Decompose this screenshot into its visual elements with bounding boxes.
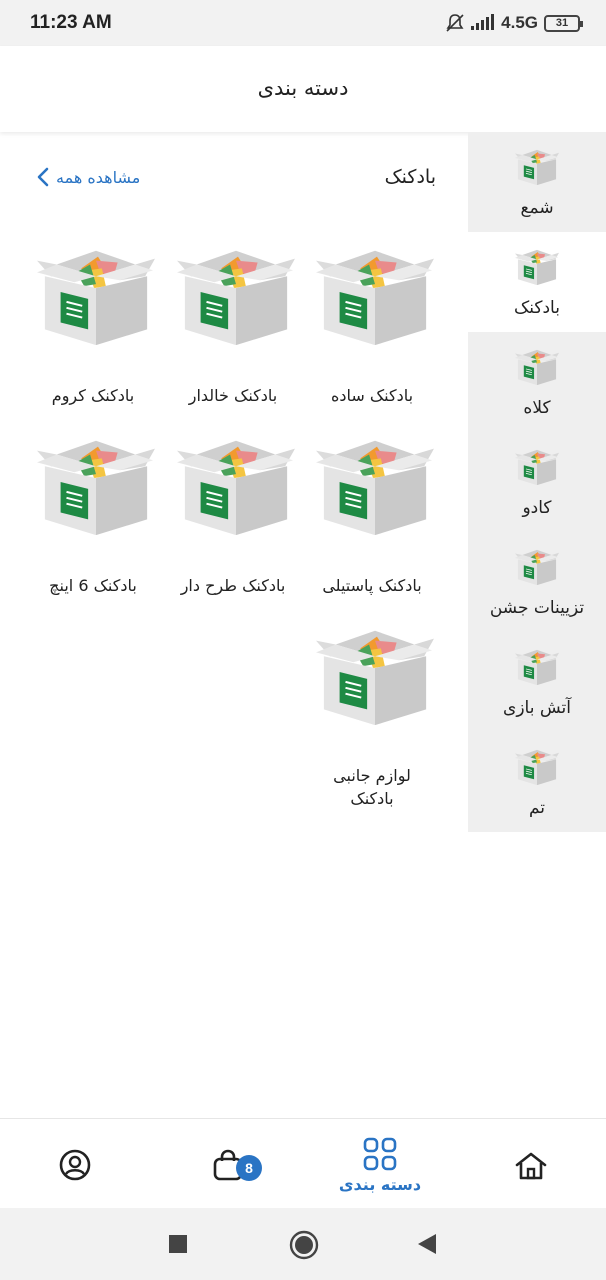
sidebar-item-label: کلاه <box>523 398 551 418</box>
status-bar: 11:23 AM 4.5G 31 <box>0 0 606 46</box>
sidebar-item-fireworks[interactable]: آتش بازی <box>468 632 606 732</box>
recents-icon[interactable] <box>168 1234 188 1254</box>
product-card[interactable]: بادکنک 6 اینچ <box>20 432 166 612</box>
box-icon <box>515 246 559 286</box>
sidebar-item-label: آتش بازی <box>503 698 571 718</box>
box-icon <box>515 346 559 386</box>
product-card[interactable]: لوازم جانبی بادکنک <box>299 622 445 822</box>
product-card[interactable]: بادکنک خالدار <box>160 242 306 422</box>
box-icon <box>316 432 434 536</box>
app-header: دسته بندی <box>0 46 606 132</box>
box-icon <box>177 432 295 536</box>
sidebar-item-balloon[interactable]: بادکنک <box>468 232 606 332</box>
box-icon <box>515 746 559 786</box>
box-icon <box>515 446 559 486</box>
bottom-nav: دسته بندی 8 <box>0 1118 606 1208</box>
mute-bell-icon <box>446 14 464 32</box>
box-icon <box>316 242 434 346</box>
back-icon[interactable] <box>416 1232 438 1256</box>
see-all-label: مشاهده همه <box>56 167 141 187</box>
sidebar-item-party-decor[interactable]: تزیینات جشن <box>468 532 606 632</box>
sidebar-item-hat[interactable]: کلاه <box>468 332 606 432</box>
box-icon <box>37 242 155 346</box>
sidebar-item-label: تزیینات جشن <box>489 598 585 618</box>
sidebar-item-label: کادو <box>522 498 552 518</box>
product-label: بادکنک پاستیلی <box>322 576 422 595</box>
product-label: بادکنک ساده <box>330 386 414 405</box>
nav-profile[interactable] <box>40 1119 110 1209</box>
home-icon <box>515 1152 547 1180</box>
box-icon <box>37 432 155 536</box>
home-button-icon[interactable] <box>289 1230 319 1260</box>
sidebar-item-label: شمع <box>520 198 554 218</box>
product-label: بادکنک طرح دار <box>180 576 286 595</box>
network-type: 4.5G <box>501 13 538 32</box>
categories-icon <box>363 1137 397 1171</box>
nav-cart[interactable]: 8 <box>200 1119 280 1209</box>
nav-categories[interactable]: دسته بندی <box>330 1119 430 1209</box>
box-icon <box>515 646 559 686</box>
product-label: بادکنک خالدار <box>188 386 278 405</box>
section-title: بادکنک <box>384 166 436 188</box>
nav-categories-label: دسته بندی <box>338 1175 422 1194</box>
status-indicators: 4.5G 31 <box>445 13 583 33</box>
product-card[interactable]: بادکنک ساده <box>299 242 445 422</box>
product-card[interactable]: بادکنک کروم <box>20 242 166 422</box>
signal-icon <box>471 14 495 30</box>
box-icon <box>316 622 434 726</box>
user-circle-icon <box>59 1149 91 1181</box>
product-label: لوازم جانبی بادکنک <box>333 766 411 808</box>
sidebar-item-theme[interactable]: تم <box>468 732 606 832</box>
category-sidebar: شمع بادکنک کلاه کادو تزیینات جشن آتش باز… <box>468 132 606 832</box>
box-icon <box>515 146 559 186</box>
box-icon <box>177 242 295 346</box>
sidebar-item-label: بادکنک <box>514 298 560 318</box>
sidebar-item-candle[interactable]: شمع <box>468 132 606 232</box>
cart-badge: 8 <box>236 1155 262 1181</box>
battery-icon: 31 <box>544 14 583 32</box>
nav-home[interactable] <box>486 1119 576 1209</box>
product-label: بادکنک 6 اینچ <box>49 576 137 595</box>
page-title: دسته بندی <box>257 76 349 100</box>
product-card[interactable]: بادکنک طرح دار <box>160 432 306 612</box>
box-icon <box>515 546 559 586</box>
sidebar-item-label: تم <box>528 798 546 818</box>
chevron-left-icon <box>37 167 49 187</box>
see-all-link[interactable]: مشاهده همه <box>36 166 140 188</box>
status-time: 11:23 AM <box>30 12 112 33</box>
product-label: بادکنک کروم <box>51 386 135 405</box>
system-nav-bar <box>0 1208 606 1280</box>
sidebar-item-gift[interactable]: کادو <box>468 432 606 532</box>
product-card[interactable]: بادکنک پاستیلی <box>299 432 445 612</box>
